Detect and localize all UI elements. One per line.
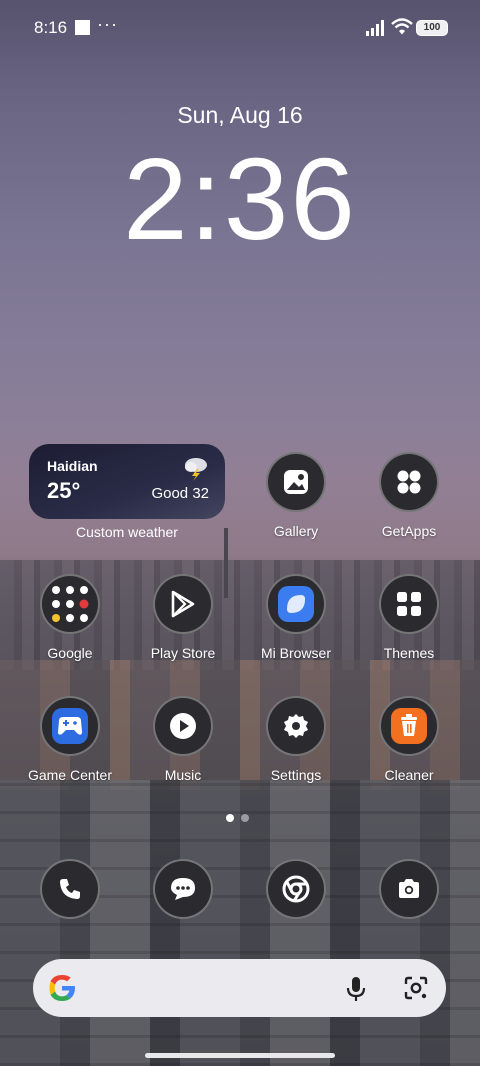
google-lens-icon[interactable] [403, 975, 429, 1001]
app-label: Settings [270, 767, 322, 783]
app-play-store[interactable]: Play Store [128, 574, 238, 661]
wifi-icon [391, 18, 413, 35]
app-themes[interactable]: Themes [354, 574, 464, 661]
status-bar: 8:16 ··· 100 [0, 0, 480, 56]
browser-icon [278, 586, 314, 622]
app-label: GetApps [381, 523, 437, 539]
app-settings[interactable]: Settings [241, 696, 351, 783]
weather-city: Haidian [47, 458, 98, 474]
gamepad-icon [52, 708, 88, 744]
folder-icon [52, 586, 89, 622]
weather-widget[interactable]: Haidian 25° Good 32 [29, 444, 225, 519]
google-search-bar[interactable] [33, 959, 446, 1017]
page-dot[interactable] [241, 814, 249, 822]
thunderstorm-icon [185, 458, 207, 481]
dock-camera[interactable] [379, 859, 439, 919]
battery-icon: 100 [416, 20, 448, 36]
weather-temperature: 25° [47, 478, 81, 503]
trash-icon [391, 708, 427, 744]
app-google-folder[interactable]: Google [15, 574, 125, 661]
gallery-icon [284, 470, 308, 494]
gesture-navigation-bar[interactable] [145, 1053, 335, 1058]
app-gallery[interactable]: Gallery [241, 452, 351, 539]
lockscreen-clock[interactable]: 2:36 [0, 132, 480, 266]
music-play-icon [170, 713, 196, 739]
app-label: Themes [383, 645, 435, 661]
google-logo-icon [49, 975, 75, 1001]
themes-icon [397, 592, 421, 616]
signal-icon [366, 20, 384, 36]
app-label: Google [47, 645, 93, 661]
weather-air-quality: Good 32 [151, 485, 209, 502]
page-dot-active[interactable] [226, 814, 234, 822]
gear-icon [284, 714, 308, 738]
dock-phone[interactable] [40, 859, 100, 919]
microphone-icon[interactable] [345, 976, 367, 1002]
chrome-icon [282, 875, 310, 903]
app-label: Cleaner [384, 767, 434, 783]
notification-square-icon [75, 20, 90, 35]
app-label: Music [164, 767, 202, 783]
app-mi-browser[interactable]: Mi Browser [241, 574, 351, 661]
grid-icon [397, 470, 421, 494]
lockscreen-date: Sun, Aug 16 [177, 102, 303, 128]
more-notifications-icon: ··· [97, 14, 118, 34]
status-time: 8:16 [34, 18, 68, 37]
camera-icon [399, 879, 419, 898]
app-label: Mi Browser [260, 645, 331, 661]
messages-icon [171, 878, 195, 900]
app-getapps[interactable]: GetApps [354, 452, 464, 539]
app-game-center[interactable]: Game Center [15, 696, 125, 783]
phone-icon [60, 879, 80, 899]
app-cleaner[interactable]: Cleaner [354, 696, 464, 783]
dock-chrome[interactable] [266, 859, 326, 919]
app-music[interactable]: Music [128, 696, 238, 783]
app-label: Game Center [27, 767, 113, 783]
weather-widget-label: Custom weather [76, 524, 178, 540]
dock-messages[interactable] [153, 859, 213, 919]
app-label: Play Store [150, 645, 216, 661]
play-store-icon [171, 590, 195, 618]
page-indicator [226, 809, 256, 827]
app-label: Gallery [273, 523, 319, 539]
